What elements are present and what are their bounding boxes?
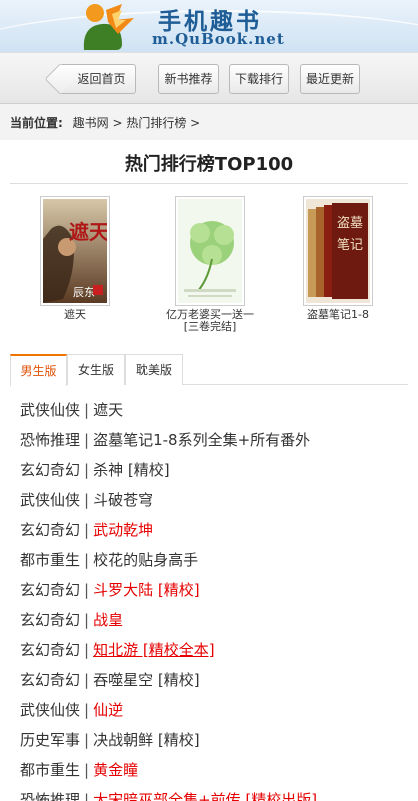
featured-book[interactable]: 亿万老婆买一送一[三卷完结]	[160, 196, 260, 333]
back-arrow-icon	[44, 63, 76, 95]
list-item-category[interactable]: 武侠仙侠	[20, 701, 80, 719]
list-item-separator: |	[84, 401, 90, 419]
list-item-separator: |	[84, 641, 90, 659]
list-item-title[interactable]: 武动乾坤	[93, 521, 153, 539]
list-item-category[interactable]: 玄幻奇幻	[20, 581, 80, 599]
tab-male[interactable]: 男生版	[10, 354, 67, 386]
book-cover[interactable]: 遮天 辰东	[40, 196, 110, 306]
list-item[interactable]: 都市重生 | 校花的贴身高手	[20, 545, 198, 575]
book-title[interactable]: 盗墓笔记1-8	[288, 309, 388, 321]
new-books-button[interactable]: 新书推荐	[158, 64, 219, 94]
list-item[interactable]: 玄幻奇幻 | 吞噬星空 [精校]	[20, 665, 200, 695]
list-item[interactable]: 历史军事 | 决战朝鲜 [精校]	[20, 725, 200, 755]
recent-updates-button[interactable]: 最近更新	[300, 64, 360, 94]
book-cover[interactable]	[175, 196, 245, 306]
list-item-title[interactable]: 黄金瞳	[93, 761, 138, 779]
list-item-separator: |	[84, 791, 90, 801]
list-item-title[interactable]: 吞噬星空 [精校]	[93, 671, 199, 689]
list-item-title[interactable]: 斗罗大陆 [精校]	[93, 581, 199, 599]
list-item-category[interactable]: 历史军事	[20, 731, 80, 749]
tab-danmei[interactable]: 耽美版	[125, 354, 183, 385]
list-item-category[interactable]: 玄幻奇幻	[20, 461, 80, 479]
list-item-separator: |	[84, 581, 90, 599]
book-title[interactable]: 亿万老婆买一送一[三卷完结]	[160, 309, 260, 333]
top-nav: 返回首页 新书推荐 下载排行 最近更新	[0, 52, 418, 104]
list-item[interactable]: 玄幻奇幻 | 武动乾坤	[20, 515, 153, 545]
list-item[interactable]: 玄幻奇幻 | 战皇	[20, 605, 123, 635]
list-item-title[interactable]: 大宋暗巫部全集+前传 [精校出版]	[93, 791, 317, 801]
cover-author: 辰东	[73, 286, 95, 299]
list-item-separator: |	[84, 521, 90, 539]
list-item-separator: |	[84, 611, 90, 629]
list-item-separator: |	[84, 461, 90, 479]
list-item-category[interactable]: 都市重生	[20, 551, 80, 569]
site-domain: m.QuBook.net	[152, 30, 285, 48]
breadcrumb-path[interactable]: 趣书网 > 热门排行榜 >	[73, 116, 201, 130]
featured-book[interactable]: 盗墓 笔记 盗墓笔记1-8	[288, 196, 388, 321]
list-item-category[interactable]: 武侠仙侠	[20, 491, 80, 509]
list-item-separator: |	[84, 701, 90, 719]
page-title: 热门排行榜TOP100	[10, 150, 408, 184]
list-item-category[interactable]: 武侠仙侠	[20, 401, 80, 419]
list-item-title[interactable]: 遮天	[93, 401, 123, 419]
list-item-category[interactable]: 玄幻奇幻	[20, 611, 80, 629]
list-item[interactable]: 玄幻奇幻 | 杀神 [精校]	[20, 455, 170, 485]
list-item-title[interactable]: 决战朝鲜 [精校]	[93, 731, 199, 749]
list-item-separator: |	[84, 431, 90, 449]
list-item-category[interactable]: 恐怖推理	[20, 791, 80, 801]
list-item-separator: |	[84, 761, 90, 779]
list-item-separator: |	[84, 731, 90, 749]
list-item[interactable]: 玄幻奇幻 | 斗罗大陆 [精校]	[20, 575, 200, 605]
book-title[interactable]: 遮天	[25, 309, 125, 321]
list-item-title[interactable]: 仙逆	[93, 701, 123, 719]
list-item[interactable]: 武侠仙侠 | 仙逆	[20, 695, 123, 725]
list-item-title[interactable]: 杀神 [精校]	[93, 461, 169, 479]
cover-title-part: 盗墓	[337, 215, 363, 231]
list-item[interactable]: 都市重生 | 黄金瞳	[20, 755, 138, 785]
ranking-list: 武侠仙侠 | 遮天 恐怖推理 | 盗墓笔记1-8系列全集+所有番外 玄幻奇幻 | 杀神 [精校]…	[20, 385, 418, 801]
list-item-separator: |	[84, 491, 90, 509]
edition-tabs: 男生版 女生版 耽美版	[10, 354, 408, 386]
list-item[interactable]: 玄幻奇幻 | 知北游 [精校全本]	[20, 635, 215, 665]
list-item-category[interactable]: 玄幻奇幻	[20, 521, 80, 539]
cover-title: 遮天	[69, 220, 107, 244]
breadcrumb: 当前位置: 趣书网 > 热门排行榜 >	[0, 104, 418, 140]
list-item-title[interactable]: 校花的贴身高手	[93, 551, 198, 569]
featured-book[interactable]: 遮天 辰东 遮天	[25, 196, 125, 321]
list-item[interactable]: 恐怖推理 | 盗墓笔记1-8系列全集+所有番外	[20, 425, 310, 455]
tab-female[interactable]: 女生版	[67, 354, 125, 385]
list-item-separator: |	[84, 551, 90, 569]
list-item-title[interactable]: 知北游 [精校全本]	[93, 641, 214, 659]
book-cover[interactable]: 盗墓 笔记	[303, 196, 373, 306]
list-item[interactable]: 恐怖推理 | 大宋暗巫部全集+前传 [精校出版]	[20, 785, 317, 801]
list-item-title[interactable]: 斗破苍穹	[93, 491, 153, 509]
list-item-category[interactable]: 都市重生	[20, 761, 80, 779]
download-ranking-button[interactable]: 下载排行	[229, 64, 289, 94]
breadcrumb-label: 当前位置:	[10, 116, 63, 130]
cover-title-part: 笔记	[337, 237, 363, 253]
featured-books: 遮天 辰东 遮天 亿万老婆买一送一[三卷完结] 盗墓 笔记 盗墓笔记1-8	[0, 184, 418, 342]
qubook-logo-icon[interactable]	[78, 0, 138, 52]
list-item-separator: |	[84, 671, 90, 689]
list-item-title[interactable]: 战皇	[93, 611, 123, 629]
back-home-button[interactable]: 返回首页	[44, 63, 136, 95]
list-item[interactable]: 武侠仙侠 | 遮天	[20, 395, 123, 425]
list-item[interactable]: 武侠仙侠 | 斗破苍穹	[20, 485, 153, 515]
site-header: 手机趣书 m.QuBook.net	[0, 0, 418, 52]
list-item-category[interactable]: 玄幻奇幻	[20, 641, 80, 659]
list-item-category[interactable]: 恐怖推理	[20, 431, 80, 449]
list-item-title[interactable]: 盗墓笔记1-8系列全集+所有番外	[93, 431, 310, 449]
list-item-category[interactable]: 玄幻奇幻	[20, 671, 80, 689]
back-home-label: 返回首页	[77, 72, 126, 86]
